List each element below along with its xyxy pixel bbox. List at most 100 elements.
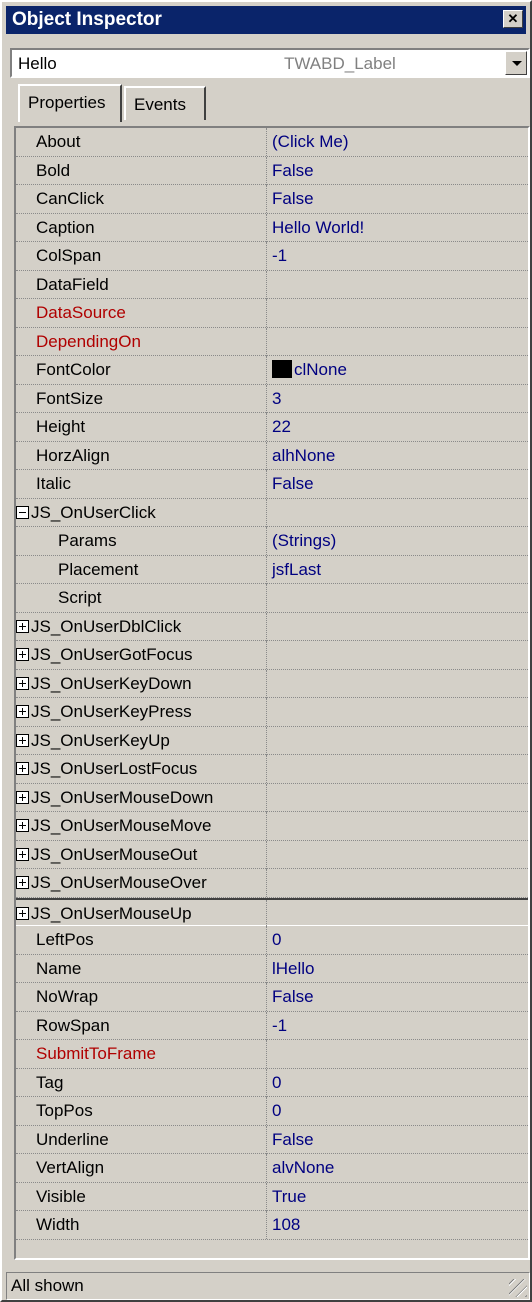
property-name-text: JS_OnUserMouseDown [31, 787, 214, 807]
property-row-js-onuserkeypress[interactable]: JS_OnUserKeyPress [16, 698, 528, 727]
property-name: JS_OnUserMouseOut [16, 845, 197, 865]
property-value[interactable]: 108 [272, 1215, 300, 1235]
property-row-rowspan[interactable]: RowSpan -1 [16, 1011, 528, 1040]
property-name: JS_OnUserLostFocus [16, 759, 197, 779]
property-row-toppos[interactable]: TopPos 0 [16, 1097, 528, 1126]
property-value[interactable]: False [272, 474, 314, 494]
property-row-js-onuserclick[interactable]: JS_OnUserClick [16, 498, 528, 527]
expand-icon[interactable] [16, 906, 29, 920]
expand-icon[interactable] [16, 847, 29, 861]
property-name-text: JS_OnUserLostFocus [31, 759, 198, 778]
property-row-caption[interactable]: Caption Hello World! [16, 213, 528, 242]
property-row-js-onusermouseout[interactable]: JS_OnUserMouseOut [16, 840, 528, 869]
property-value[interactable]: 0 [272, 930, 281, 950]
property-value[interactable]: False [272, 987, 314, 1007]
property-value[interactable]: 0 [272, 1073, 281, 1093]
property-row-colspan[interactable]: ColSpan -1 [16, 242, 528, 271]
close-button[interactable]: ✕ [503, 10, 523, 28]
property-row-js-onusermouseup[interactable]: JS_OnUserMouseUp [16, 897, 528, 928]
property-row-js-onuserlostfocus[interactable]: JS_OnUserLostFocus [16, 755, 528, 784]
property-row-tag[interactable]: Tag 0 [16, 1068, 528, 1097]
property-row-submittoframe[interactable]: SubmitToFrame [16, 1040, 528, 1069]
property-grid: About (Click Me) Bold False CanClick False … [14, 126, 530, 1260]
property-row-js-onusermousedown[interactable]: JS_OnUserMouseDown [16, 783, 528, 812]
expand-icon[interactable] [16, 790, 29, 804]
property-name: Params [58, 531, 117, 550]
property-value[interactable]: -1 [272, 246, 287, 266]
property-row-width[interactable]: Width 108 [16, 1211, 528, 1240]
property-row-datasource[interactable]: DataSource [16, 299, 528, 328]
property-row-leftpos[interactable]: LeftPos 0 [16, 926, 528, 955]
object-selector-combobox[interactable]: Hello TWABD_Label [10, 48, 530, 78]
property-row-datafield[interactable]: DataField [16, 270, 528, 299]
property-row-dependingon[interactable]: DependingOn [16, 327, 528, 356]
property-value[interactable]: -1 [272, 1016, 287, 1036]
property-row-name[interactable]: Name lHello [16, 954, 528, 983]
property-row-script[interactable]: Script [16, 584, 528, 613]
property-row-js-onuserkeyup[interactable]: JS_OnUserKeyUp [16, 726, 528, 755]
property-value[interactable]: Hello World! [272, 218, 364, 238]
property-value[interactable]: alhNone [272, 446, 335, 466]
collapse-icon[interactable] [16, 505, 29, 519]
property-name: JS_OnUserMouseDown [16, 788, 213, 808]
chevron-down-icon[interactable] [505, 51, 527, 75]
resize-grip-icon[interactable] [509, 1279, 527, 1297]
property-value[interactable]: 22 [272, 417, 291, 437]
property-name: JS_OnUserDblClick [16, 617, 181, 637]
property-value[interactable]: 3 [272, 389, 281, 409]
property-row-vertalign[interactable]: VertAlign alvNone [16, 1154, 528, 1183]
property-name-text: JS_OnUserGotFocus [31, 645, 193, 664]
property-value[interactable]: False [272, 161, 314, 181]
property-row-fontsize[interactable]: FontSize 3 [16, 384, 528, 413]
property-name: Name [36, 958, 82, 978]
expand-icon[interactable] [16, 648, 29, 661]
property-row-js-onuserkeydown[interactable]: JS_OnUserKeyDown [16, 669, 528, 698]
property-row-height[interactable]: Height 22 [16, 413, 528, 442]
property-name-text: JS_OnUserMouseMove [31, 816, 212, 835]
expand-icon[interactable] [16, 876, 29, 889]
color-swatch [272, 360, 292, 378]
property-row-js-onusermousemove[interactable]: JS_OnUserMouseMove [16, 812, 528, 841]
property-value[interactable]: lHello [272, 959, 315, 979]
property-row-bold[interactable]: Bold False [16, 156, 528, 185]
property-value[interactable]: (Click Me) [272, 132, 349, 152]
expand-icon[interactable] [16, 705, 29, 718]
property-value[interactable]: jsfLast [272, 560, 321, 580]
title-bar[interactable]: Object Inspector ✕ [6, 6, 526, 34]
expand-icon[interactable] [16, 819, 29, 832]
property-value[interactable]: clNone [272, 360, 347, 380]
property-row-js-onuserdblclick[interactable]: JS_OnUserDblClick [16, 612, 528, 641]
property-value[interactable]: False [272, 189, 314, 209]
property-row-italic[interactable]: Italic False [16, 470, 528, 499]
property-row-horzalign[interactable]: HorzAlign alhNone [16, 441, 528, 470]
property-row-fontcolor[interactable]: FontColor clNone [16, 356, 528, 385]
property-name: ColSpan [36, 246, 102, 265]
property-row-js-onusergotfocus[interactable]: JS_OnUserGotFocus [16, 641, 528, 670]
property-name-text: JS_OnUserMouseUp [31, 903, 192, 923]
property-value[interactable]: 0 [272, 1101, 281, 1121]
property-name: Italic [36, 474, 71, 493]
property-row-js-onusermouseover[interactable]: JS_OnUserMouseOver [16, 869, 528, 898]
property-value[interactable]: False [272, 1130, 314, 1150]
property-row-underline[interactable]: Underline False [16, 1125, 528, 1154]
expand-icon[interactable] [16, 676, 29, 690]
property-row-canclick[interactable]: CanClick False [16, 185, 528, 214]
property-value[interactable]: True [272, 1187, 306, 1207]
property-row-nowrap[interactable]: NoWrap False [16, 983, 528, 1012]
property-row-about[interactable]: About (Click Me) [16, 128, 528, 157]
property-name: JS_OnUserClick [16, 503, 156, 523]
property-value[interactable]: alvNone [272, 1158, 334, 1178]
property-row-placement[interactable]: Placement jsfLast [16, 555, 528, 584]
property-row-params[interactable]: Params (Strings) [16, 527, 528, 556]
expand-icon[interactable] [16, 733, 29, 747]
expand-icon[interactable] [16, 762, 29, 775]
property-value[interactable]: (Strings) [272, 531, 336, 551]
property-name: JS_OnUserKeyDown [16, 674, 192, 694]
property-name-text: JS_OnUserKeyUp [31, 730, 170, 750]
tab-properties[interactable]: Properties [18, 84, 122, 122]
property-row-visible[interactable]: Visible True [16, 1182, 528, 1211]
tab-events[interactable]: Events [124, 86, 206, 120]
expand-icon[interactable] [16, 619, 29, 633]
property-name: Bold [36, 160, 71, 180]
property-name: LeftPos [36, 930, 94, 949]
